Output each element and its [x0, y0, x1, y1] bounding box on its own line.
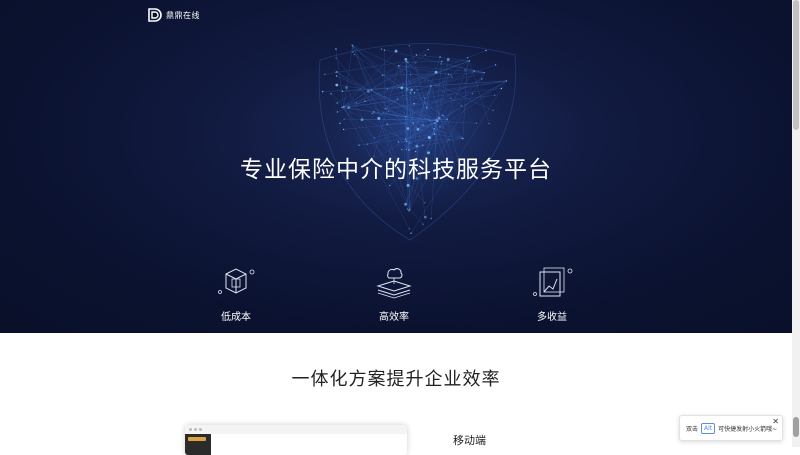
alt-key-badge: Alt	[701, 423, 715, 434]
scrollbar-down-arrow[interactable]	[793, 417, 799, 437]
feature-more-revenue: 多收益	[522, 264, 582, 323]
page-scrollbar[interactable]	[792, 0, 800, 447]
preview-sidebar	[185, 434, 211, 455]
mobile-section-label: 移动端	[453, 432, 486, 448]
popup-message: 可快捷发射小火箭哦~	[718, 424, 777, 433]
hero-banner: 鼎鼎在线 专业保险中介的科技服务平台 低成本	[0, 0, 792, 333]
popup-prefix: 双击	[686, 424, 698, 433]
feature-high-efficiency: 高效率	[364, 264, 424, 323]
box-icon	[214, 264, 258, 300]
dd-logo-icon	[148, 8, 162, 22]
scrollbar-thumb[interactable]	[793, 0, 799, 130]
hero-title: 专业保险中介的科技服务平台	[0, 150, 792, 184]
feature-label: 多收益	[522, 308, 582, 323]
feature-label: 高效率	[364, 308, 424, 323]
brand-logo[interactable]: 鼎鼎在线	[148, 8, 200, 22]
cloud-layers-icon	[372, 264, 416, 300]
close-icon[interactable]: ✕	[772, 417, 779, 426]
window-titlebar	[185, 425, 407, 434]
brand-name: 鼎鼎在线	[166, 10, 200, 21]
dashboard-preview-image	[185, 425, 407, 455]
solutions-title: 一体化方案提升企业效率	[0, 365, 792, 391]
chart-frame-icon	[530, 264, 574, 300]
feature-label: 低成本	[206, 308, 266, 323]
network-shield-graphic	[300, 30, 530, 245]
feature-low-cost: 低成本	[206, 264, 266, 323]
rocket-tip-popup: 双击 Alt 可快捷发射小火箭哦~ ✕	[679, 415, 783, 441]
